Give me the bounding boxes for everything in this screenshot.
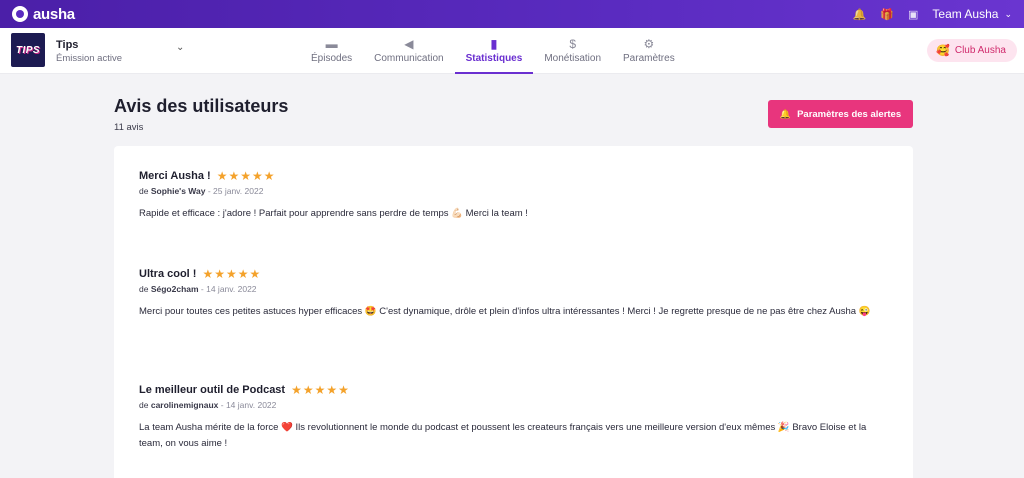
review-title: Ultra cool ! bbox=[139, 268, 197, 280]
review-body: Merci pour toutes ces petites astuces hy… bbox=[139, 306, 871, 317]
review-meta: de Sophie's Way - 25 janv. 2022 bbox=[139, 186, 889, 196]
episodes-icon: ▬ bbox=[325, 37, 338, 51]
brand-logo[interactable]: ausha bbox=[12, 6, 75, 23]
review-author: Ségo2cham bbox=[150, 284, 199, 294]
star-rating: ★ ★ ★ ★ ★ bbox=[202, 268, 260, 280]
tab-label: Communication bbox=[374, 53, 444, 64]
star-icon: ★ bbox=[228, 169, 240, 183]
dollar-icon: $ bbox=[569, 37, 576, 51]
review-item: Ultra cool ! ★ ★ ★ ★ ★ de Ségo2cham - 14 jan… bbox=[139, 268, 889, 320]
calendar-icon[interactable]: ▣ bbox=[908, 8, 918, 21]
review-date: - 14 janv. 2022 bbox=[198, 284, 257, 294]
heart-icon: 🥰 bbox=[936, 45, 950, 57]
star-icon: ★ bbox=[202, 267, 214, 281]
tab-communication[interactable]: ◀ Communication bbox=[363, 28, 454, 74]
review-author: Sophie's Way bbox=[150, 186, 206, 196]
star-icon: ★ bbox=[302, 383, 314, 397]
star-icon: ★ bbox=[314, 383, 326, 397]
show-selector[interactable]: Tips Émission active bbox=[56, 39, 122, 64]
star-icon: ★ bbox=[249, 267, 261, 281]
review-author: carolinemignaux bbox=[150, 400, 219, 410]
show-cover[interactable]: TIPS bbox=[11, 33, 45, 67]
bell-icon[interactable]: 🔔 bbox=[853, 8, 867, 21]
tab-statistiques[interactable]: ▮ Statistiques bbox=[454, 28, 534, 74]
alert-button-label: Paramètres des alertes bbox=[797, 108, 902, 120]
cover-text: TIPS bbox=[15, 44, 41, 56]
star-icon: ★ bbox=[252, 169, 263, 183]
review-count: 11 avis bbox=[114, 122, 144, 133]
tab-label: Monétisation bbox=[544, 53, 602, 64]
star-rating: ★ ★ ★ ★ ★ bbox=[217, 170, 275, 182]
star-icon: ★ bbox=[338, 383, 349, 397]
club-label: Club Ausha bbox=[954, 45, 1006, 56]
review-title: Merci Ausha ! bbox=[139, 170, 211, 182]
show-status: Émission active bbox=[56, 53, 122, 64]
alert-settings-button[interactable]: 🔔 Paramètres des alertes bbox=[768, 100, 913, 128]
review-meta: de Ségo2cham - 14 janv. 2022 bbox=[139, 284, 889, 294]
tab-label: Paramètres bbox=[623, 53, 675, 64]
main-tabs: ▬ Épisodes ◀ Communication ▮ Statistique… bbox=[300, 28, 686, 74]
review-by: de bbox=[139, 186, 149, 196]
star-rating: ★ ★ ★ ★ ★ bbox=[291, 384, 349, 396]
star-icon: ★ bbox=[291, 383, 302, 397]
review-body: La team Ausha mérite de la force ❤️ Ils … bbox=[139, 422, 867, 449]
review-body: Rapide et efficace : j'adore ! Parfait p… bbox=[139, 208, 528, 219]
gear-icon: ⚙ bbox=[643, 37, 655, 51]
star-icon: ★ bbox=[237, 267, 249, 281]
review-date: - 14 janv. 2022 bbox=[218, 400, 277, 410]
club-ausha-button[interactable]: 🥰 Club Ausha bbox=[927, 39, 1017, 62]
stats-icon: ▮ bbox=[490, 37, 498, 51]
review-item: Merci Ausha ! ★ ★ ★ ★ ★ de Sophie's Way - 25… bbox=[139, 170, 889, 222]
star-icon: ★ bbox=[326, 383, 338, 397]
tab-label: Épisodes bbox=[311, 53, 353, 64]
star-icon: ★ bbox=[240, 169, 252, 183]
tab-label: Statistiques bbox=[465, 53, 523, 64]
review-meta: de carolinemignaux - 14 janv. 2022 bbox=[139, 400, 889, 410]
review-date: - 25 janv. 2022 bbox=[205, 186, 264, 196]
review-title: Le meilleur outil de Podcast bbox=[139, 384, 286, 396]
star-icon: ★ bbox=[216, 169, 228, 183]
gift-icon[interactable]: 🎁 bbox=[880, 8, 894, 21]
show-name: Tips bbox=[56, 39, 79, 51]
star-icon: ★ bbox=[225, 267, 237, 281]
chevron-down-icon: ⌄ bbox=[1004, 8, 1012, 19]
team-label: Team Ausha bbox=[932, 7, 999, 21]
top-bar: ausha 🔔 🎁 ▣ Team Ausha ⌄ bbox=[0, 0, 1024, 28]
tab-monetisation[interactable]: $ Monétisation bbox=[533, 28, 612, 74]
reviews-card: Merci Ausha ! ★ ★ ★ ★ ★ de Sophie's Way - 25… bbox=[114, 146, 913, 478]
tab-parametres[interactable]: ⚙ Paramètres bbox=[612, 28, 686, 74]
ausha-logo-icon bbox=[12, 6, 28, 22]
bell-icon: 🔔 bbox=[779, 108, 792, 119]
brand-name: ausha bbox=[33, 5, 75, 23]
tab-episodes[interactable]: ▬ Épisodes bbox=[300, 28, 363, 74]
star-icon: ★ bbox=[214, 267, 225, 281]
show-chevron-down-icon[interactable]: ⌄ bbox=[176, 42, 184, 53]
team-menu[interactable]: Team Ausha ⌄ bbox=[932, 7, 1012, 21]
review-by: de bbox=[139, 284, 149, 294]
star-icon: ★ bbox=[263, 169, 275, 183]
review-item: Le meilleur outil de Podcast ★ ★ ★ ★ ★ de ca… bbox=[139, 384, 889, 452]
megaphone-icon: ◀ bbox=[404, 37, 414, 51]
page-title: Avis des utilisateurs bbox=[114, 96, 289, 116]
review-by: de bbox=[139, 400, 149, 410]
show-bar: TIPS Tips Émission active ⌄ ▬ Épisodes ◀… bbox=[0, 28, 1024, 74]
